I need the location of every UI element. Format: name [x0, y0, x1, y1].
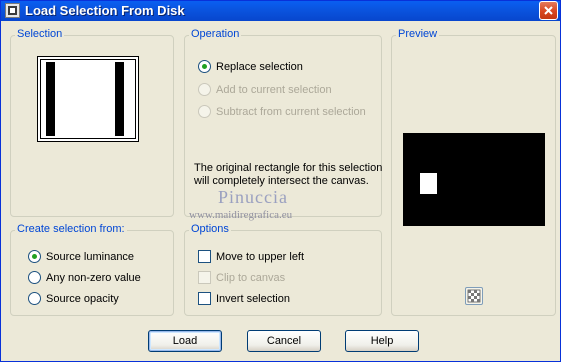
watermark-site: www.maidiregrafica.eu — [189, 209, 293, 221]
source-luminance-label: Source luminance — [46, 251, 135, 263]
clip-to-canvas-label: Clip to canvas — [216, 272, 286, 284]
transparency-toggle-button[interactable] — [465, 287, 483, 305]
selection-legend: Selection — [15, 28, 65, 40]
selection-bar-right — [115, 62, 124, 136]
preview-group: Preview — [391, 28, 556, 316]
title-bar[interactable]: Load Selection From Disk — [1, 1, 560, 21]
source-opacity-radio[interactable] — [28, 292, 41, 305]
move-upper-left-checkbox[interactable] — [198, 250, 211, 263]
subtract-selection-label: Subtract from current selection — [216, 106, 366, 118]
add-to-selection-radio — [198, 83, 211, 96]
selection-thumbnail[interactable] — [37, 56, 139, 142]
preview-canvas — [403, 133, 545, 226]
any-non-zero-label: Any non-zero value — [46, 272, 141, 284]
replace-selection-label: Replace selection — [216, 61, 303, 73]
create-selection-group: Create selection from: Source luminance … — [10, 223, 174, 316]
preview-selection-rect — [420, 173, 437, 194]
add-to-selection-label: Add to current selection — [216, 84, 332, 96]
operation-legend: Operation — [189, 28, 242, 40]
close-icon — [544, 6, 553, 15]
any-non-zero-radio[interactable] — [28, 271, 41, 284]
cancel-button[interactable]: Cancel — [247, 330, 321, 352]
load-button[interactable]: Load — [148, 330, 222, 352]
clip-to-canvas-checkbox — [198, 271, 211, 284]
close-button[interactable] — [539, 1, 558, 20]
replace-selection-radio[interactable] — [198, 60, 211, 73]
options-legend: Options — [189, 223, 231, 235]
dialog-window: Load Selection From Disk Selection Opera… — [0, 0, 561, 362]
checkerboard-icon — [467, 289, 481, 303]
invert-selection-checkbox[interactable] — [198, 292, 211, 305]
selection-thumbnail-image — [40, 59, 136, 139]
watermark-name: Pinuccia — [218, 187, 288, 207]
app-icon — [5, 3, 20, 18]
selection-group: Selection — [10, 28, 174, 217]
subtract-selection-radio — [198, 105, 211, 118]
window-title: Load Selection From Disk — [25, 3, 185, 18]
options-group: Options Move to upper left Clip to canva… — [184, 223, 382, 316]
create-selection-legend: Create selection from: — [15, 223, 127, 235]
invert-selection-label: Invert selection — [216, 293, 290, 305]
source-luminance-radio[interactable] — [28, 250, 41, 263]
intersection-note: The original rectangle for this selectio… — [194, 162, 383, 187]
source-opacity-label: Source opacity — [46, 293, 119, 305]
preview-legend: Preview — [396, 28, 440, 40]
move-upper-left-label: Move to upper left — [216, 251, 305, 263]
help-button[interactable]: Help — [345, 330, 419, 352]
selection-bar-left — [46, 62, 55, 136]
